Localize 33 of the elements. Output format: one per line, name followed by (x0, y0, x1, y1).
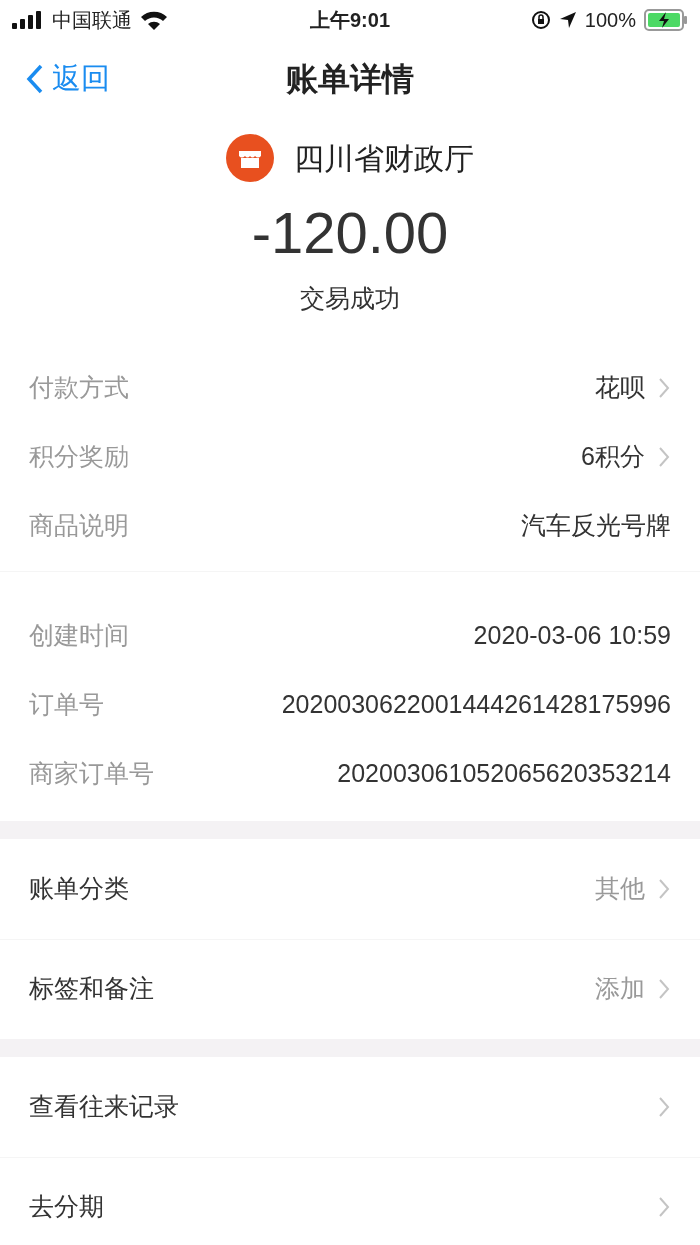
merchant-name: 四川省财政厅 (294, 140, 474, 177)
rotation-lock-icon (530, 10, 551, 30)
detail-value: 202003061052065620353214 (337, 758, 671, 790)
detail-value: 花呗 (595, 372, 645, 404)
detail-value: 汽车反光号牌 (521, 510, 671, 542)
detail-value: 2020-03-06 10:59 (473, 620, 671, 652)
detail-label: 付款方式 (29, 372, 129, 404)
menu-row[interactable]: 去分期 (0, 1156, 700, 1245)
signal-icon (12, 11, 44, 29)
status-time: 上午9:01 (310, 8, 390, 33)
battery-percent: 100% (584, 8, 636, 33)
amount: -120.00 (251, 204, 449, 262)
detail-value: 6积分 (581, 441, 645, 473)
chevron-right-icon (657, 445, 671, 469)
menu-row[interactable]: 查看往来记录 (0, 1056, 700, 1157)
detail-value: 2020030622001444261428175996 (281, 689, 671, 721)
menu-row[interactable]: 账单分类 其他 (0, 838, 700, 939)
chevron-right-icon (657, 977, 671, 1001)
detail-label: 订单号 (29, 689, 104, 721)
store-icon (226, 134, 274, 182)
detail-label: 积分奖励 (29, 441, 129, 473)
chevron-right-icon (657, 376, 671, 400)
carrier-name: 中国联通 (52, 8, 132, 33)
detail-label: 创建时间 (29, 620, 129, 652)
page-title: 账单详情 (286, 60, 414, 99)
location-arrow-icon (558, 11, 577, 29)
transaction-status: 交易成功 (300, 283, 400, 314)
chevron-right-icon (657, 1195, 671, 1219)
detail-label: 商家订单号 (29, 758, 154, 790)
wifi-icon (140, 10, 168, 30)
detail-label: 商品说明 (29, 510, 129, 542)
menu-row[interactable]: 标签和备注 添加 (0, 938, 700, 1039)
back-chevron-icon (26, 64, 44, 94)
